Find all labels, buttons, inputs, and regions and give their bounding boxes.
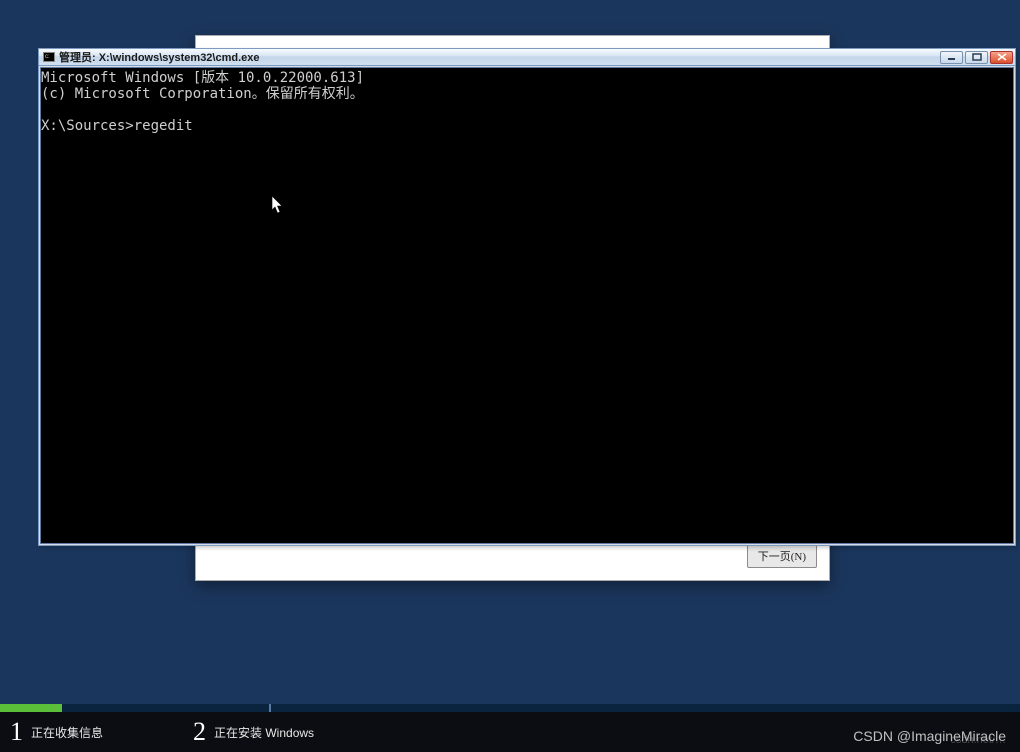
minimize-icon xyxy=(947,53,957,61)
maximize-icon xyxy=(972,53,982,61)
cmd-titlebar[interactable]: c: 管理员: X:\windows\system32\cmd.exe xyxy=(39,49,1015,66)
step-bar: 1 正在收集信息 2 正在安装 Windows CSDN @ImagineMir… xyxy=(0,712,1020,752)
maximize-button[interactable] xyxy=(965,51,988,64)
step-2: 2 正在安装 Windows xyxy=(193,717,314,747)
watermark-sub: csdn.net/… xyxy=(950,734,1006,746)
next-button[interactable]: 下一页(N) xyxy=(747,544,817,568)
cmd-line: Microsoft Windows [版本 10.0.22000.613] xyxy=(41,70,364,86)
step-number: 1 xyxy=(10,717,23,747)
cmd-window: c: 管理员: X:\windows\system32\cmd.exe Micr… xyxy=(38,48,1016,546)
progress-strip xyxy=(0,704,1020,712)
cmd-line: (c) Microsoft Corporation。保留所有权利。 xyxy=(41,86,364,102)
step-label: 正在收集信息 xyxy=(31,724,103,741)
cmd-icon: c: xyxy=(43,52,55,62)
cmd-line: X:\Sources>regedit xyxy=(41,118,193,134)
cmd-title: 管理员: X:\windows\system32\cmd.exe xyxy=(59,49,940,65)
progress-complete xyxy=(0,704,62,712)
close-icon xyxy=(997,53,1007,61)
minimize-button[interactable] xyxy=(940,51,963,64)
progress-remaining xyxy=(62,704,1020,712)
desktop: 下一页(N) c: 管理员: X:\windows\system32\cmd.e… xyxy=(0,0,1020,752)
progress-divider xyxy=(269,704,271,712)
step-1: 1 正在收集信息 xyxy=(10,717,103,747)
close-button[interactable] xyxy=(990,51,1013,64)
step-number: 2 xyxy=(193,717,206,747)
step-label: 正在安装 Windows xyxy=(214,724,314,741)
cmd-body[interactable]: Microsoft Windows [版本 10.0.22000.613] (c… xyxy=(40,67,1014,544)
